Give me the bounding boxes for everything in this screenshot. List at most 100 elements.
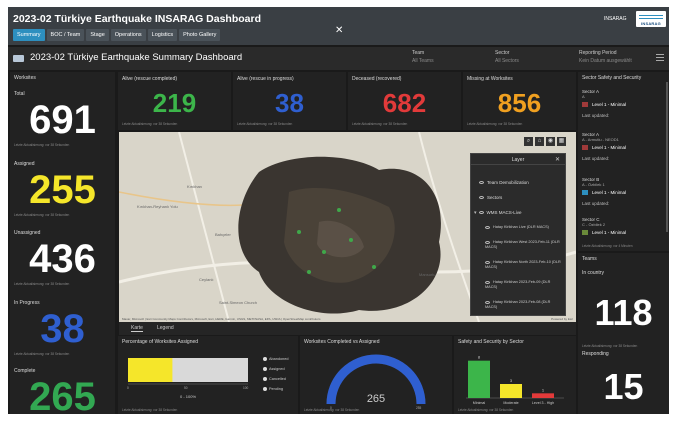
layer-item-sectors[interactable]: Sectors	[479, 195, 502, 200]
bar-0[interactable]	[468, 360, 490, 398]
legend-label: Abandoned	[269, 357, 289, 361]
map-label: Mansurlu	[419, 272, 436, 277]
panel-title: Percentage of Worksites Assigned	[122, 339, 199, 345]
tab-stage[interactable]: Stage	[86, 29, 109, 41]
app-title: 2023-02 Türkiye Earthquake INSARAG Dashb…	[13, 13, 262, 25]
sector-card[interactable]: Sector A A Level 1 - Minimal Last update…	[582, 89, 662, 118]
scrollbar[interactable]	[666, 82, 668, 232]
visibility-icon[interactable]	[485, 260, 490, 264]
legend-cancelled[interactable]: Cancelled	[263, 377, 286, 381]
layer-sub-item[interactable]: Hatay Kirikhan 2023-Feb-09 (DLR MACS)	[485, 280, 563, 290]
close-icon[interactable]: ✕	[335, 25, 343, 36]
home-icon[interactable]: ⌂	[535, 137, 544, 146]
locate-icon[interactable]: ◉	[546, 137, 555, 146]
visibility-icon[interactable]	[478, 211, 484, 215]
dashboard-frame: 2023-02 Türkiye Earthquake INSARAG Dashb…	[8, 7, 669, 414]
basemap-icon[interactable]: ▦	[557, 137, 566, 146]
legend-label: Pending	[269, 387, 283, 391]
layer-sub-item[interactable]: Hatay Kirikhan 2023-Feb-08 (DLR MACS)	[485, 300, 563, 310]
sector-card[interactable]: Sector C C - Özbilek 2 Level 1 - Minimal	[582, 217, 662, 236]
panel-title: Safety and Security by Sector	[458, 339, 524, 345]
page-title: 2023-02 Türkiye Earthquake Summary Dashb…	[30, 52, 243, 63]
percentage-assigned-panel: Percentage of Worksites Assigned 0 50 10…	[118, 336, 298, 414]
logo-text: INSARAG	[641, 21, 661, 26]
layer-sub-item[interactable]: Hatay Kirikhan North 2023-Feb-10 (DLR MA…	[485, 260, 563, 270]
worksites-assigned-label: Assigned	[14, 161, 35, 167]
visibility-icon[interactable]	[485, 225, 490, 229]
sector-subtitle: C - Özbilek 2	[582, 222, 606, 227]
tab-logistics[interactable]: Logistics	[147, 29, 178, 41]
timestamp: Letzte Aktualisierung: vor 38 Sekunden	[14, 282, 70, 286]
legend-abandoned[interactable]: Abandoned	[263, 357, 288, 361]
flag-icon	[582, 190, 588, 196]
worksites-complete-label: Complete	[14, 368, 36, 374]
layer-item-team-demobilization[interactable]: Team Demobilization	[479, 180, 529, 185]
team-filter-label: Team	[412, 50, 425, 56]
layer-sub-item[interactable]: Hatay Kirikhan Live (DLR MACS)	[485, 225, 563, 230]
layer-label: Hatay Kirikhan 2023-Feb-09 (DLR MACS)	[485, 280, 551, 290]
visibility-icon[interactable]	[485, 240, 490, 244]
reporting-period-value: Kein Datum ausgewählt	[579, 58, 632, 64]
sector-updated: Last updated:	[582, 201, 610, 207]
visibility-icon[interactable]	[479, 196, 484, 200]
layer-sub-item[interactable]: Hatay Kirikhan West 2023-Feb-11 (DLR MAC…	[485, 240, 563, 250]
layer-item-wms-macs-live[interactable]: ▾ WMS MACS-Live	[474, 210, 522, 216]
team-filter[interactable]: Team All Teams	[412, 50, 434, 64]
powered-by[interactable]: Powered by Esri	[551, 317, 573, 321]
worksites-unassigned-value: 436	[29, 237, 96, 281]
layer-panel-title: Layer	[471, 154, 565, 165]
tab-photo-gallery[interactable]: Photo Gallery	[179, 29, 221, 41]
tab-operations[interactable]: Operations	[110, 29, 146, 41]
timestamp: Letzte Aktualisierung: vor 38 Sekunden	[352, 122, 408, 126]
sector-card[interactable]: Sector A A - Armutlu - NEOD1 Level 1 - M…	[582, 132, 662, 161]
visibility-icon[interactable]	[485, 280, 490, 284]
worksites-total-value: 691	[29, 98, 96, 142]
map-toolbar: ⌕ ⌂ ◉ ▦	[524, 137, 566, 146]
teams-in-country-label: In country	[582, 270, 604, 276]
panel-title: Teams	[582, 256, 597, 262]
sector-card[interactable]: Sector B A - Özbilek 1 Level 1 - Minimal…	[582, 177, 662, 206]
bar-1[interactable]	[500, 384, 522, 398]
panel-title: Worksites Completed vs Assigned	[304, 339, 380, 345]
kpi-value: 219	[152, 88, 197, 118]
sector-updated: Last updated:	[582, 113, 610, 119]
kpi-label: Deceased (recovered)	[352, 76, 402, 82]
visibility-icon[interactable]	[479, 181, 484, 185]
layer-label: Hatay Kirikhan West 2023-Feb-11 (DLR MAC…	[485, 240, 560, 250]
timestamp: Letzte Aktualisierung: vor 38 Sekunden	[14, 213, 70, 217]
percentage-bar-chart	[128, 358, 248, 385]
worksites-assigned-value: 255	[29, 168, 96, 212]
tab-summary[interactable]: Summary	[13, 29, 45, 41]
worksites-complete: Complete 265	[14, 368, 111, 414]
menu-icon[interactable]	[656, 54, 664, 61]
close-icon[interactable]: ✕	[555, 156, 560, 163]
visibility-icon[interactable]	[485, 300, 490, 304]
legend-label: Assigned	[269, 367, 285, 371]
tab-legend[interactable]: Legend	[157, 325, 174, 331]
worksites-total: Total 691 Letzte Aktualisierung: vor 38 …	[14, 91, 111, 147]
kpi-label: Missing at Worksites	[467, 76, 513, 82]
tab-boc-team[interactable]: BOC / Team	[46, 29, 85, 41]
layer-label: Hatay Kirikhan North 2023-Feb-10 (DLR MA…	[485, 260, 561, 270]
map-view[interactable]: Kırıkhan Kırıkhan-Reyhanlı Yolu Bahçeler…	[119, 132, 576, 322]
tab-karte[interactable]: Karte	[131, 325, 143, 332]
flag-icon	[582, 102, 588, 108]
worksites-assigned: Assigned 255 Letzte Aktualisierung: vor …	[14, 161, 111, 217]
map-label: Saint-Simeon Church	[219, 300, 258, 305]
bar-2[interactable]	[532, 393, 554, 398]
category-label: Minimal	[473, 401, 486, 405]
reporting-period-filter[interactable]: Reporting Period Kein Datum ausgewählt	[579, 50, 632, 64]
layer-label: WMS MACS-Live	[486, 210, 522, 215]
search-icon[interactable]: ⌕	[524, 137, 533, 146]
chevron-down-icon[interactable]: ▾	[474, 210, 477, 216]
axis-tick: 50	[184, 386, 188, 390]
timestamp: Letzte Aktualisierung: vor 38 Sekunden	[122, 408, 178, 412]
insarag-logo: INSARAG	[636, 11, 666, 27]
legend-dot	[263, 377, 267, 381]
timestamp: Letzte Aktualisierung: vor 38 Sekunden	[304, 408, 360, 412]
sector-filter[interactable]: Sector All Sectors	[495, 50, 519, 64]
legend-pending[interactable]: Pending	[263, 387, 283, 391]
map-label: Ceylanlı	[199, 277, 214, 282]
legend-assigned[interactable]: Assigned	[263, 367, 285, 371]
sector-level: Level 1 - Minimal	[592, 190, 627, 195]
